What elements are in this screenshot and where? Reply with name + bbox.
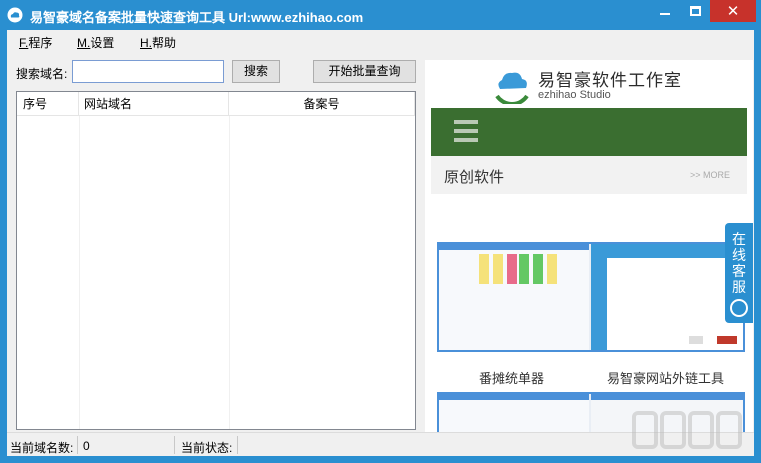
chat-icon [730,299,748,317]
window-border-bottom [0,456,761,463]
search-button[interactable]: 搜索 [232,60,280,83]
window-border-right [754,30,761,456]
status-separator [77,436,78,454]
web-nav-bar [431,108,747,156]
domain-count-label: 当前域名数: [10,441,74,455]
client-area: F.程序 M.设置 H.帮助 搜索域名: 搜索 开始批量查询 序号 网站域名 备… [7,30,754,456]
section-title: 原创软件 [444,169,505,186]
embedded-web-panel[interactable]: 易智豪软件工作室 ezhihao Studio 原创软件 >> MORE 番摊统… [425,60,753,456]
column-header-domain[interactable]: 网站域名 [79,92,229,116]
status-separator [174,436,175,454]
column-header-label: 备案号 [303,97,340,111]
start-batch-query-button[interactable]: 开始批量查询 [313,60,416,83]
chat-tab-char: 客 [732,263,746,279]
status-separator [237,436,238,454]
search-domain-label: 搜索域名: [16,67,68,81]
menu-help[interactable]: H.帮助 [140,34,176,51]
results-table[interactable]: 序号 网站域名 备案号 [16,91,416,430]
window-title: 易智豪域名备案批量快速查询工具 Url:www.ezhihao.com [30,10,364,25]
menu-accel: F. [19,36,29,50]
title-bar[interactable]: 易智豪域名备案批量快速查询工具 Url:www.ezhihao.com ✕ [0,0,761,30]
menu-label: 程序 [28,36,53,50]
column-header-label: 序号 [23,97,48,111]
studio-brand-subtitle: ezhihao Studio [538,89,611,101]
maximize-button[interactable] [680,0,710,22]
menu-accel: H. [140,36,152,50]
menu-label: 设置 [90,36,115,50]
menu-settings[interactable]: M.设置 [77,34,114,51]
window-border-left [0,30,7,456]
menu-program[interactable]: F.程序 [19,34,52,51]
thumbnail-caption[interactable]: 易智豪网站外链工具 [607,368,724,387]
chat-tab-char: 在 [732,231,746,247]
software-thumbnail[interactable] [437,242,745,352]
online-service-tab[interactable]: 在 线 客 服 [725,223,753,323]
software-screenshot-image [439,244,743,350]
hamburger-menu-icon[interactable] [454,120,480,142]
maximize-icon [689,6,701,16]
minimize-icon [660,13,670,15]
web-section-header: 原创软件 >> MORE [431,156,747,194]
menu-bar: F.程序 M.设置 H.帮助 [7,30,754,52]
search-domain-input[interactable] [72,60,224,83]
menu-label: 帮助 [152,36,177,50]
column-gridline [79,116,80,429]
column-header-label: 网站域名 [84,97,133,111]
minimize-button[interactable] [650,0,680,22]
thumbnail-caption[interactable]: 番摊统单器 [479,368,544,387]
watermark-logo-icon [632,411,742,449]
studio-brand-name: 易智豪软件工作室 [538,71,682,90]
table-header: 序号 网站域名 备案号 [17,92,415,116]
column-header-icp[interactable]: 备案号 [229,92,415,116]
current-state-label: 当前状态: [181,441,233,455]
studio-cloud-logo-icon [495,72,529,104]
web-header: 易智豪软件工作室 ezhihao Studio [425,60,753,108]
close-button[interactable]: ✕ [710,0,756,22]
section-more-link[interactable]: >> MORE [690,170,730,180]
app-cloud-icon [7,7,23,23]
domain-count-value: 0 [83,439,90,453]
chat-tab-char: 服 [732,279,746,295]
column-header-index[interactable]: 序号 [17,92,79,116]
column-gridline [229,116,230,429]
menu-accel: M. [77,36,91,50]
chat-tab-char: 线 [732,247,746,263]
close-icon: ✕ [726,2,740,20]
